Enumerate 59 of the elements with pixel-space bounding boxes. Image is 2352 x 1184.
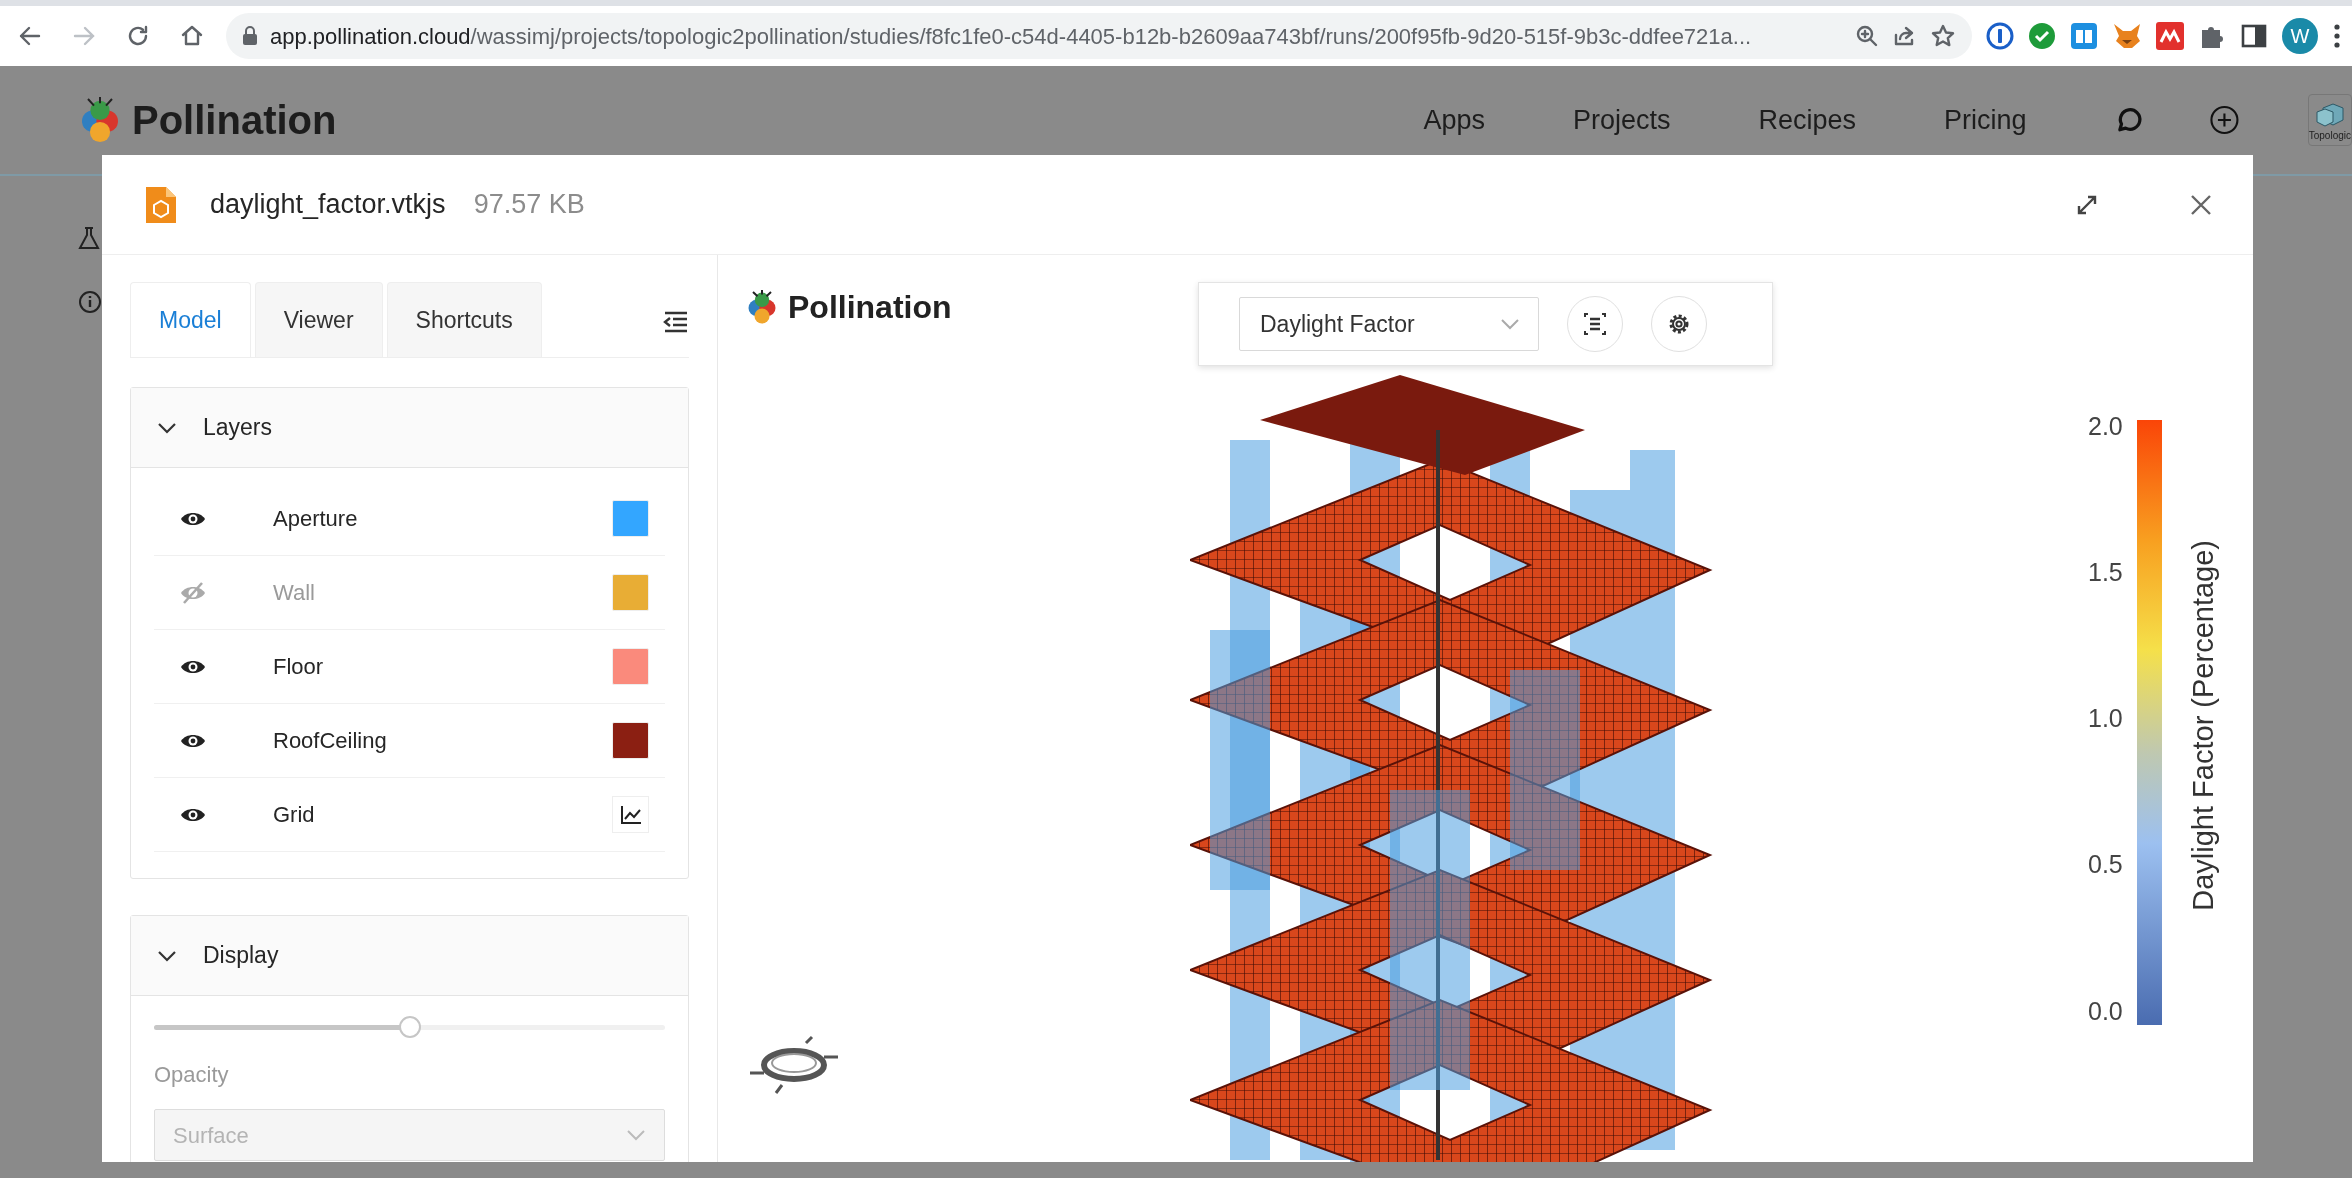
cube-icon — [2314, 102, 2345, 128]
layer-name: RoofCeiling — [273, 727, 388, 755]
layer-name: Grid — [273, 801, 316, 829]
color-swatch[interactable] — [612, 574, 649, 611]
3d-viewport[interactable]: Pollination Daylight Factor 2.0 1.5 1.0 0.5 0.0 Daylight Factor (Percentage) — [718, 255, 2253, 1162]
slider-thumb[interactable] — [398, 1016, 421, 1038]
account-avatar[interactable]: Topologic — [2307, 94, 2352, 146]
scale-tick-label: 2.0 — [2088, 411, 2123, 442]
book-icon[interactable] — [2070, 22, 2098, 50]
nav-link[interactable]: Projects — [1573, 99, 1671, 141]
chart-button[interactable] — [612, 796, 649, 833]
layer-name: Aperture — [273, 505, 359, 533]
settings-icon[interactable] — [1667, 312, 1691, 336]
settings-button[interactable] — [1651, 296, 1707, 352]
file-icon — [144, 184, 178, 225]
color-swatch[interactable] — [612, 500, 649, 537]
checkmark-icon[interactable] — [2028, 22, 2056, 50]
info-icon — [78, 290, 102, 314]
brand-name: Pollination — [788, 288, 952, 327]
menu-icon[interactable] — [2332, 22, 2342, 50]
scale-tick-label: 1.0 — [2088, 703, 2123, 735]
scale-tick-label: 0.5 — [2088, 849, 2123, 881]
close-icon[interactable] — [2189, 192, 2213, 217]
scale-title: Daylight Factor (Percentage) — [2185, 539, 2220, 911]
scale-tick-label: 0.0 — [2088, 995, 2123, 1027]
opacity-slider[interactable] — [154, 1016, 665, 1038]
fox-icon[interactable] — [2112, 22, 2142, 50]
sidebar-tab[interactable]: Model — [130, 282, 251, 357]
nav-link[interactable]: Pricing — [1944, 99, 2027, 141]
password-manager-icon[interactable] — [1986, 22, 2014, 50]
slider-label: Opacity — [154, 1061, 230, 1089]
extension-icon[interactable] — [2156, 22, 2184, 50]
file-name: daylight_factor.vtkjs — [210, 188, 446, 222]
fit-view-button[interactable] — [1567, 296, 1623, 352]
brand-name[interactable]: Pollination — [132, 90, 337, 150]
file-size: 97.57 KB — [473, 188, 586, 222]
nav-link[interactable]: Recipes — [1758, 99, 1857, 141]
bookmark-star-icon[interactable] — [1930, 23, 1956, 49]
color-swatch[interactable] — [612, 722, 649, 759]
flask-icon — [78, 226, 100, 250]
sidebar-tab[interactable]: Viewer — [254, 282, 383, 357]
zoom-icon[interactable] — [1854, 23, 1880, 49]
profile-avatar[interactable]: W — [2282, 18, 2318, 54]
url-text: app.pollination.cloud/wassimj/projects/topologic2pollination/studies/f8fc1fe0-c54d-4405-b12b-b2609aa743bf/runs/200f95fb-9d20-515f-9b3c-ddfee721a... — [270, 22, 1753, 51]
sidebar-tab[interactable]: Shortcuts — [386, 282, 542, 357]
color-swatch[interactable] — [612, 648, 649, 685]
result-select[interactable]: Daylight Factor — [1239, 297, 1539, 351]
fit-view-icon[interactable] — [1583, 312, 1607, 336]
lock-icon — [242, 26, 258, 46]
nav-link[interactable]: Apps — [1423, 99, 1485, 141]
sidebar-icon[interactable] — [2240, 22, 2268, 50]
line-chart-icon — [619, 804, 642, 825]
collapse-menu-icon[interactable] — [663, 311, 689, 333]
layer-name: Wall — [273, 579, 316, 607]
panel-title: Layers — [203, 413, 273, 443]
panel-title: Display — [203, 941, 279, 971]
scale-tick-label: 1.5 — [2088, 557, 2123, 589]
layer-name: Floor — [273, 653, 325, 681]
address-bar[interactable]: app.pollination.cloud/wassimj/projects/topologic2pollination/studies/f8fc1fe0-c54d-4405-b12b-b2609aa743bf/runs/200f95fb-9d20-515f-9b3c-ddfee721a... — [226, 13, 1972, 59]
